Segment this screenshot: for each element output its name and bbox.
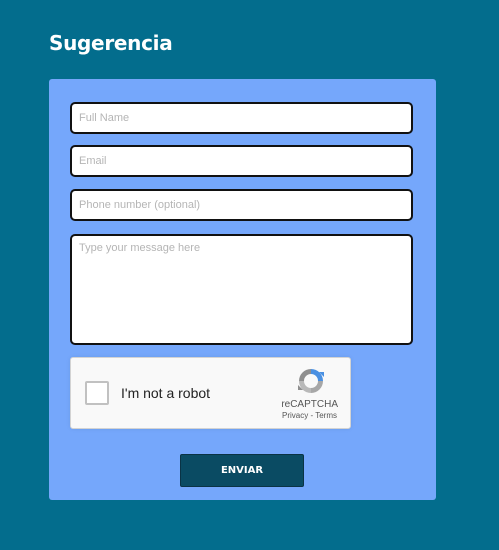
full-name-input[interactable]: [70, 102, 413, 134]
page-title: Sugerencia: [49, 31, 173, 55]
recaptcha-widget: I'm not a robot reCAPTCHA Privacy - Term…: [70, 357, 351, 429]
recaptcha-privacy-link[interactable]: Privacy: [282, 411, 308, 420]
recaptcha-checkbox[interactable]: [85, 381, 109, 405]
email-input[interactable]: [70, 145, 413, 177]
suggestion-form-panel: I'm not a robot reCAPTCHA Privacy - Term…: [49, 79, 436, 500]
recaptcha-terms-link[interactable]: Terms: [315, 411, 337, 420]
recaptcha-logo-icon: [298, 369, 324, 393]
message-textarea[interactable]: [70, 234, 413, 345]
phone-input[interactable]: [70, 189, 413, 221]
submit-button[interactable]: ENVIAR: [180, 454, 304, 487]
recaptcha-brand: reCAPTCHA: [281, 399, 338, 410]
recaptcha-links: Privacy - Terms: [282, 411, 337, 420]
recaptcha-label: I'm not a robot: [121, 385, 211, 401]
